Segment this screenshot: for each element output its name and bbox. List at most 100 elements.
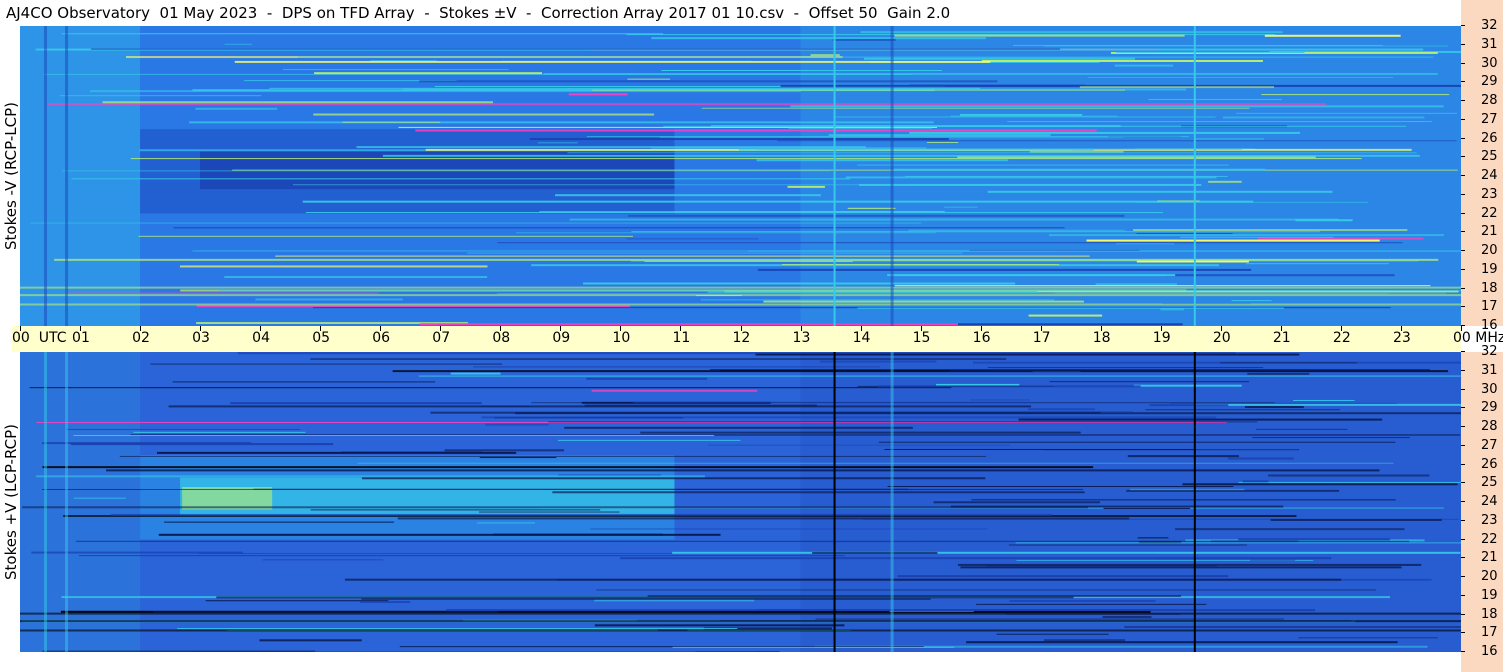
streak bbox=[1149, 404, 1229, 407]
streak bbox=[419, 323, 958, 326]
time-tick-label: 10 bbox=[612, 330, 631, 346]
frequency-tick: 17 bbox=[1461, 624, 1503, 642]
early-region bbox=[20, 352, 141, 652]
frequency-tick: 32 bbox=[1461, 17, 1503, 35]
streak bbox=[1127, 455, 1239, 458]
streak bbox=[1049, 381, 1249, 383]
frequency-tick: 25 bbox=[1461, 474, 1503, 492]
streak bbox=[1252, 437, 1410, 439]
streak bbox=[305, 212, 1164, 214]
frequency-tick-mark bbox=[1461, 444, 1465, 446]
frequency-tick-label: 28 bbox=[1481, 419, 1498, 434]
streak bbox=[292, 184, 1168, 186]
streak bbox=[707, 291, 1038, 294]
streak bbox=[790, 105, 1444, 108]
streak bbox=[150, 363, 503, 365]
frequency-tick-label: 28 bbox=[1481, 93, 1498, 108]
time-axis: 00 UTC 01 02 03 04 05 06 07 08 09 10 11 12 13 14 15 16 17… bbox=[12, 326, 1503, 352]
frequency-tick-label: 29 bbox=[1481, 74, 1498, 90]
streak bbox=[218, 290, 1461, 292]
streak bbox=[590, 528, 988, 530]
streak bbox=[1255, 428, 1348, 430]
frequency-tick: 27 bbox=[1461, 111, 1503, 129]
frequency-tick-mark bbox=[1461, 351, 1465, 352]
streak bbox=[1133, 229, 1408, 232]
streak bbox=[1160, 308, 1185, 311]
streak bbox=[59, 95, 262, 97]
streak bbox=[627, 78, 670, 80]
frequency-tick-label: 19 bbox=[1481, 587, 1498, 603]
frequency-tick-label: 22 bbox=[1481, 205, 1498, 221]
band-line bbox=[20, 612, 1461, 615]
frequency-tick-label: 23 bbox=[1481, 512, 1498, 528]
streak bbox=[1182, 483, 1458, 486]
spectrogram-top bbox=[20, 26, 1461, 326]
streak bbox=[756, 159, 1009, 162]
streak bbox=[1169, 402, 1397, 404]
streak bbox=[1032, 371, 1081, 373]
streak bbox=[860, 31, 1283, 34]
frequency-tick-mark bbox=[1461, 175, 1465, 176]
streak bbox=[894, 34, 1185, 37]
streak bbox=[927, 142, 959, 144]
streak bbox=[106, 469, 1380, 472]
streak bbox=[283, 69, 509, 71]
frequency-tick-label: 29 bbox=[1481, 400, 1498, 416]
frequency-tick-mark bbox=[1461, 118, 1465, 120]
streak bbox=[944, 206, 978, 208]
frequency-tick-mark bbox=[1461, 306, 1465, 308]
streak bbox=[110, 513, 1053, 516]
frequency-tick-mark bbox=[1461, 156, 1465, 158]
frequency-tick: 21 bbox=[1461, 223, 1503, 241]
streak bbox=[738, 148, 1094, 151]
streak bbox=[78, 555, 845, 557]
streak bbox=[302, 200, 1254, 203]
frequency-tick-mark bbox=[1461, 594, 1465, 596]
time-tick-label: 15 bbox=[912, 330, 931, 346]
time-tick-label: 00 UTC bbox=[12, 330, 67, 346]
vertical-band bbox=[44, 352, 48, 652]
spectrogram-svg-plus bbox=[20, 352, 1461, 652]
streak bbox=[828, 134, 1051, 137]
chart-title: AJ4CO Observatory 01 May 2023 - DPS on T… bbox=[6, 4, 951, 22]
streak bbox=[720, 411, 1133, 413]
band-line bbox=[20, 294, 1461, 297]
streak bbox=[1242, 480, 1269, 483]
frequency-tick-label: 16 bbox=[1481, 644, 1498, 659]
streak bbox=[777, 140, 1457, 142]
time-tick-label: 08 bbox=[492, 330, 511, 346]
frequency-tick: 28 bbox=[1461, 92, 1503, 110]
streak bbox=[418, 375, 1461, 377]
frequency-tick: 19 bbox=[1461, 261, 1503, 279]
streak bbox=[1124, 626, 1461, 628]
streak bbox=[633, 401, 1031, 403]
streak bbox=[763, 300, 1084, 303]
streak bbox=[543, 72, 1438, 75]
frequency-tick: 20 bbox=[1461, 242, 1503, 260]
vertical-line bbox=[1193, 352, 1196, 652]
time-tick-label: 21 bbox=[1272, 330, 1291, 346]
streak bbox=[177, 627, 738, 629]
streak bbox=[1102, 615, 1152, 618]
streak bbox=[569, 218, 1339, 221]
streak bbox=[73, 435, 715, 437]
time-tick-label: 13 bbox=[792, 330, 811, 346]
frequency-tick: 21 bbox=[1461, 549, 1503, 567]
streak bbox=[1027, 408, 1096, 411]
streak bbox=[195, 107, 278, 110]
streak bbox=[1238, 481, 1461, 483]
streak bbox=[1018, 418, 1383, 421]
time-tick-label: 11 bbox=[672, 330, 691, 346]
frequency-tick: 31 bbox=[1461, 362, 1503, 380]
streak bbox=[485, 423, 549, 426]
streak bbox=[1137, 201, 1369, 203]
streak bbox=[1087, 77, 1394, 79]
frequency-tick: 26 bbox=[1461, 456, 1503, 474]
streak bbox=[1180, 236, 1334, 238]
streak bbox=[1114, 64, 1174, 67]
time-tick-label: 06 bbox=[372, 330, 391, 346]
streak bbox=[1044, 639, 1126, 642]
frequency-tick: 18 bbox=[1461, 280, 1503, 298]
time-tick-label: 05 bbox=[312, 330, 331, 346]
streak bbox=[259, 639, 362, 642]
